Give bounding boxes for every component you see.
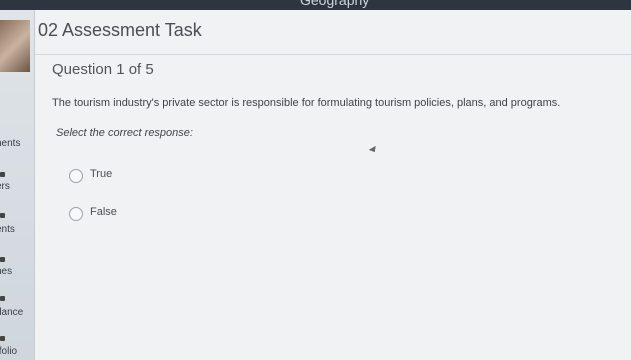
response-prompt: Select the correct response:	[56, 127, 193, 139]
question-number: Question 1 of 5	[52, 61, 154, 78]
sidebar-icon	[0, 257, 5, 262]
sidebar-icon	[0, 336, 5, 341]
radio-false[interactable]	[69, 207, 83, 221]
sidebar-item-portfolio[interactable]: tfolio	[0, 346, 17, 357]
page-title: 02 Assessment Task	[38, 20, 202, 40]
sidebar-item-outcomes[interactable]: nes	[0, 266, 12, 277]
option-false-label[interactable]: False	[90, 206, 117, 218]
avatar	[0, 20, 30, 72]
sidebar-item-learners[interactable]: ers	[0, 181, 10, 192]
sidebar-item-assessments[interactable]: nents	[0, 138, 20, 149]
sidebar-item-attendance[interactable]: dance	[0, 307, 23, 318]
radio-true[interactable]	[69, 169, 83, 183]
sidebar-icon	[0, 296, 5, 301]
top-bar-crumb: Geography	[300, 0, 370, 8]
sidebar-item-documents[interactable]: ents	[0, 224, 15, 235]
mouse-cursor-icon	[368, 145, 379, 155]
sidebar-icon	[0, 213, 5, 218]
assessment-panel: 02 Assessment Task Question 1 of 5 The t…	[35, 10, 631, 360]
title-divider	[35, 54, 631, 55]
sidebar-icon	[0, 172, 5, 177]
sidebar: t nents ers ents nes dance tfolio	[0, 10, 35, 360]
top-bar: Geography	[0, 0, 631, 10]
question-text: The tourism industry's private sector is…	[52, 97, 561, 109]
option-true-label[interactable]: True	[90, 168, 112, 180]
